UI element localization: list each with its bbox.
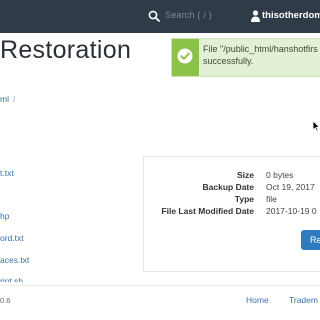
breadcrumb-separator: / <box>12 94 16 104</box>
user-menu[interactable]: thisotherdomain <box>262 10 320 21</box>
notification-status-area <box>172 39 199 76</box>
detail-label: Size <box>236 170 254 180</box>
detail-label: File Last Modified Date <box>161 206 254 216</box>
file-list-item[interactable]: ript.sh <box>0 276 23 282</box>
breadcrumb: ml / <box>0 94 15 104</box>
detail-value: 2017-10-19 0 <box>266 206 317 216</box>
detail-row-last-modified: File Last Modified Date 2017-10-19 0 <box>144 206 320 218</box>
file-list-item[interactable]: aces.txt <box>0 255 29 265</box>
notification-message: File "/public_html/hanshotfirs successfu… <box>203 44 318 66</box>
detail-label: Type <box>234 194 254 204</box>
detail-row-size: Size 0 bytes <box>144 170 320 182</box>
search-input[interactable]: Search ( / ) <box>165 10 212 20</box>
detail-row-type: Type file <box>144 194 320 206</box>
mouse-cursor-icon <box>312 120 320 132</box>
detail-value: file <box>266 194 277 204</box>
file-list-item[interactable]: ord.txt <box>0 233 24 243</box>
file-details-panel: Size 0 bytes Backup Date Oct 19, 2017 Ty… <box>143 156 320 272</box>
file-list-item[interactable]: hp <box>0 211 9 221</box>
success-notification: File "/public_html/hanshotfirs successfu… <box>171 38 320 77</box>
check-circle-icon <box>177 48 193 64</box>
user-icon[interactable] <box>251 10 260 22</box>
footer-link-trademarks[interactable]: Tradem <box>289 295 318 305</box>
detail-value: Oct 19, 2017 <box>266 182 315 192</box>
footer-link-home[interactable]: Home <box>246 295 269 305</box>
detail-row-backup-date: Backup Date Oct 19, 2017 <box>144 182 320 194</box>
top-navigation-bar: Search ( / ) thisotherdomain <box>0 0 320 33</box>
file-list-item[interactable]: t.txt <box>0 168 14 178</box>
version-text: 0.6 <box>0 296 11 305</box>
breadcrumb-item[interactable]: ml <box>0 94 9 104</box>
detail-label: Backup Date <box>202 182 255 192</box>
page-title: Restoration <box>0 36 132 64</box>
detail-value: 0 bytes <box>266 170 294 180</box>
footer-divider <box>0 285 320 286</box>
restore-button[interactable]: Re <box>301 230 320 250</box>
search-icon[interactable] <box>148 10 160 22</box>
